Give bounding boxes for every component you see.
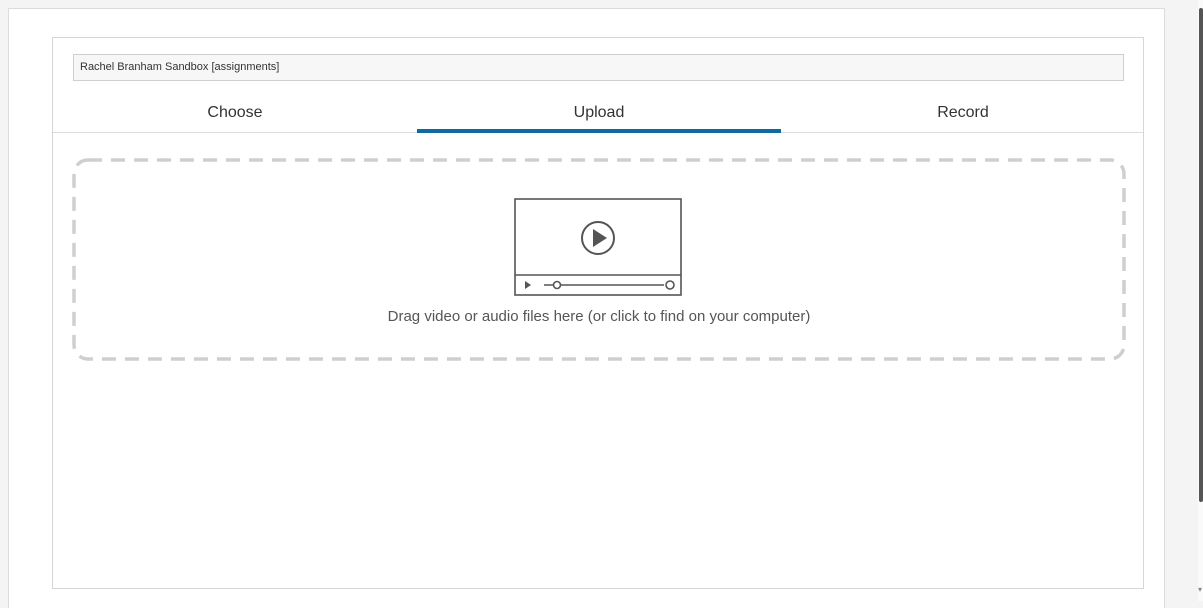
page-scrollbar[interactable]: ▾ [1198,0,1203,601]
scrollbar-thumb[interactable] [1199,8,1203,502]
tab-bar: Choose Upload Record [53,96,1143,133]
course-context-label: Rachel Branham Sandbox [assignments] [80,61,280,73]
file-dropzone[interactable]: Drag video or audio files here (or click… [72,158,1126,361]
tab-record-label: Record [937,104,989,121]
tab-choose-label: Choose [207,104,263,121]
upload-dialog: Rachel Branham Sandbox [assignments] Cho… [8,8,1165,608]
tab-choose[interactable]: Choose [53,96,417,132]
media-upload-panel: Rachel Branham Sandbox [assignments] Cho… [52,37,1144,589]
tab-upload[interactable]: Upload [417,96,781,133]
course-context-field: Rachel Branham Sandbox [assignments] [73,54,1124,81]
tab-upload-label: Upload [573,104,625,121]
dropzone-instructions: Drag video or audio files here (or click… [387,308,811,325]
video-player-icon [514,198,682,296]
scroll-down-arrow-icon[interactable]: ▾ [1198,586,1203,594]
tab-record[interactable]: Record [781,96,1145,132]
